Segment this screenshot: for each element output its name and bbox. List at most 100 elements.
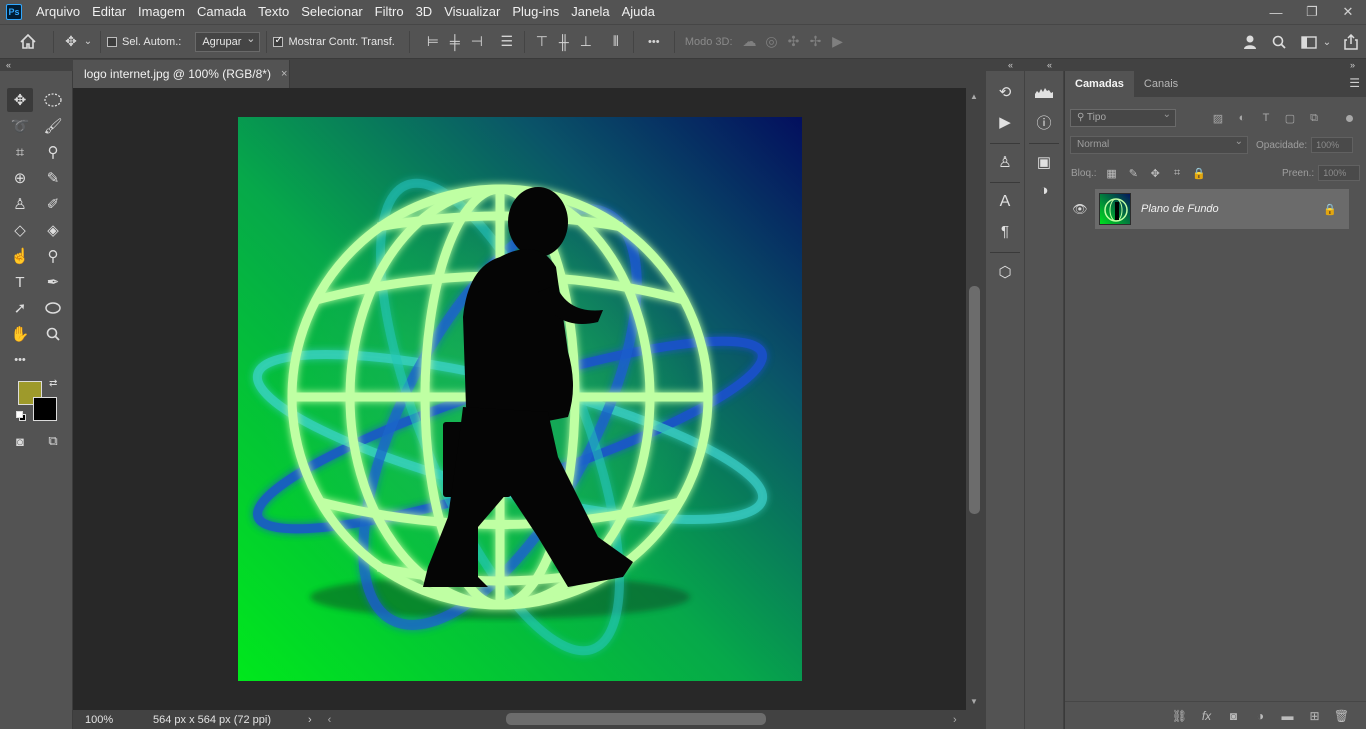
layer-name[interactable]: Plano de Fundo — [1141, 203, 1323, 215]
menu-editar[interactable]: Editar — [86, 0, 132, 24]
actions-panel-icon[interactable]: ▶ — [992, 109, 1018, 135]
lock-position-icon[interactable]: ✥ — [1144, 167, 1166, 180]
marquee-tool-icon[interactable] — [40, 88, 66, 112]
smudge-tool-icon[interactable]: ☝ — [7, 244, 33, 268]
menu-arquivo[interactable]: Arquivo — [30, 0, 86, 24]
paint-bucket-tool-icon[interactable]: ◈ — [40, 218, 66, 242]
history-brush-tool-icon[interactable]: ✐ — [40, 192, 66, 216]
minimize-button[interactable]: — — [1258, 0, 1294, 24]
menu-camada[interactable]: Camada — [191, 0, 252, 24]
crop-tool-icon[interactable]: ⌗ — [7, 140, 33, 164]
vertical-scrollbar[interactable]: ▲ ▼ — [966, 88, 984, 710]
menu-3d[interactable]: 3D — [410, 0, 439, 24]
character-panel-icon[interactable]: A — [992, 189, 1018, 215]
link-layers-icon[interactable]: ⛓ — [1166, 709, 1193, 723]
status-menu-arrow-icon[interactable]: › — [308, 714, 312, 726]
collapse-layers-icon[interactable]: » — [1350, 59, 1355, 71]
close-document-icon[interactable]: × — [281, 68, 287, 80]
layer-item[interactable]: Plano de Fundo 🔒 — [1095, 189, 1349, 229]
filter-adjustment-icon[interactable]: ◐ — [1230, 112, 1254, 124]
document-tab[interactable]: logo internet.jpg @ 100% (RGB/8*) × — [73, 60, 290, 88]
menu-selecionar[interactable]: Selecionar — [295, 0, 368, 24]
collapse-dock-icon[interactable]: « — [1008, 59, 1013, 71]
show-transform-checkbox[interactable] — [273, 35, 284, 47]
delete-layer-icon[interactable]: 🗑 — [1328, 709, 1355, 723]
info-panel-icon[interactable]: ⓘ — [1031, 109, 1057, 135]
edit-toolbar-icon[interactable]: ••• — [7, 348, 33, 372]
panel-menu-icon[interactable]: ☰ — [1349, 76, 1360, 90]
background-color-swatch[interactable] — [33, 397, 57, 421]
restore-button[interactable]: ❐ — [1294, 0, 1330, 24]
align-bottom-icon[interactable]: ⊥ — [575, 31, 597, 53]
filter-type-icon[interactable]: T — [1254, 112, 1278, 124]
align-center-h-icon[interactable]: ╪ — [444, 31, 466, 53]
lasso-tool-icon[interactable]: ➰ — [7, 114, 33, 138]
clone-stamp-tool-icon[interactable]: ♙ — [7, 192, 33, 216]
collapse-dock-2-icon[interactable]: « — [1047, 59, 1052, 71]
canvas-area[interactable] — [73, 88, 966, 710]
path-selection-tool-icon[interactable]: ➚ — [7, 296, 33, 320]
filter-pixel-icon[interactable]: ▨ — [1206, 112, 1230, 125]
filter-shape-icon[interactable]: ▢ — [1278, 112, 1302, 125]
tab-camadas[interactable]: Camadas — [1065, 71, 1134, 97]
eraser-tool-icon[interactable]: ◇ — [7, 218, 33, 242]
menu-janela[interactable]: Janela — [565, 0, 615, 24]
hand-tool-icon[interactable]: ✋ — [7, 322, 33, 346]
align-left-icon[interactable]: ⊨ — [422, 31, 444, 53]
zoom-level[interactable]: 100% — [73, 714, 123, 726]
search-icon[interactable] — [1268, 31, 1290, 53]
align-top-icon[interactable]: ⊤ — [531, 31, 553, 53]
lock-all-icon[interactable]: 🔒 — [1188, 167, 1210, 180]
tab-canais[interactable]: Canais — [1134, 71, 1188, 97]
move-tool-icon[interactable]: ✥ — [60, 31, 82, 53]
layer-row[interactable]: 👁 Plano de Fundo 🔒 — [1065, 189, 1351, 229]
add-mask-icon[interactable]: ◙ — [1220, 709, 1247, 723]
menu-plugins[interactable]: Plug-ins — [506, 0, 565, 24]
lock-transparent-icon[interactable]: ▦ — [1101, 167, 1123, 180]
brush-tool-icon[interactable]: ✎ — [40, 166, 66, 190]
scroll-left-icon[interactable]: ‹ — [328, 714, 332, 726]
menu-imagem[interactable]: Imagem — [132, 0, 191, 24]
ellipse-tool-icon[interactable] — [40, 296, 66, 320]
more-options-icon[interactable]: ••• — [640, 31, 668, 53]
share-icon[interactable] — [1340, 31, 1362, 53]
workspace-chevron-icon[interactable]: ⌄ — [1320, 31, 1334, 53]
history-panel-icon[interactable]: ⟲ — [992, 79, 1018, 105]
new-layer-icon[interactable]: ⊞ — [1301, 709, 1328, 723]
align-right-icon[interactable]: ⊣ — [466, 31, 488, 53]
quick-mask-icon[interactable]: ◙ — [7, 429, 33, 453]
spot-healing-tool-icon[interactable]: ⊕ — [7, 166, 33, 190]
new-adjustment-layer-icon[interactable]: ◑ — [1247, 709, 1274, 723]
lock-image-icon[interactable]: ✎ — [1122, 167, 1144, 180]
dodge-tool-icon[interactable]: ⚲ — [40, 244, 66, 268]
zoom-tool-icon[interactable] — [40, 322, 66, 346]
vertical-scroll-thumb[interactable] — [969, 286, 980, 514]
user-account-icon[interactable] — [1240, 31, 1262, 53]
move-tool-icon[interactable]: ✥ — [7, 88, 33, 112]
3d-panel-icon[interactable]: ⬡ — [992, 259, 1018, 285]
menu-visualizar[interactable]: Visualizar — [438, 0, 506, 24]
layer-filter-dropdown[interactable]: ⚲ Tipo — [1070, 107, 1176, 127]
adjustments-panel-icon[interactable]: ◑ — [1031, 177, 1057, 203]
horizontal-scroll-thumb[interactable] — [506, 713, 766, 725]
eyedropper-tool-icon[interactable]: ⚲ — [40, 140, 66, 164]
filter-smart-object-icon[interactable]: ⧉ — [1302, 112, 1326, 125]
canvas-image[interactable] — [238, 117, 802, 681]
scroll-down-icon[interactable]: ▼ — [970, 697, 978, 706]
collapse-toolbar-icon[interactable]: « — [6, 59, 11, 71]
quick-selection-tool-icon[interactable]: 🖌 — [40, 114, 66, 138]
layer-effects-icon[interactable]: fx — [1193, 709, 1220, 723]
scroll-up-icon[interactable]: ▲ — [970, 92, 978, 101]
visibility-eye-icon[interactable]: 👁 — [1065, 202, 1095, 216]
histogram-panel-icon[interactable] — [1031, 79, 1057, 105]
opacity-field[interactable]: 100% — [1311, 137, 1354, 153]
default-colors-icon[interactable] — [16, 411, 26, 421]
blend-mode-dropdown[interactable]: Normal — [1070, 134, 1248, 154]
distribute-horizontal-icon[interactable]: ⫴ — [605, 31, 627, 53]
close-window-button[interactable]: ✕ — [1330, 0, 1366, 24]
scroll-right-icon[interactable]: › — [953, 714, 957, 726]
filter-toggle-icon[interactable] — [1346, 114, 1353, 122]
distribute-vertical-icon[interactable]: ☰ — [496, 31, 518, 53]
tool-preset-chevron-icon[interactable]: ⌄ — [82, 31, 94, 53]
pen-tool-icon[interactable]: ✒ — [40, 270, 66, 294]
